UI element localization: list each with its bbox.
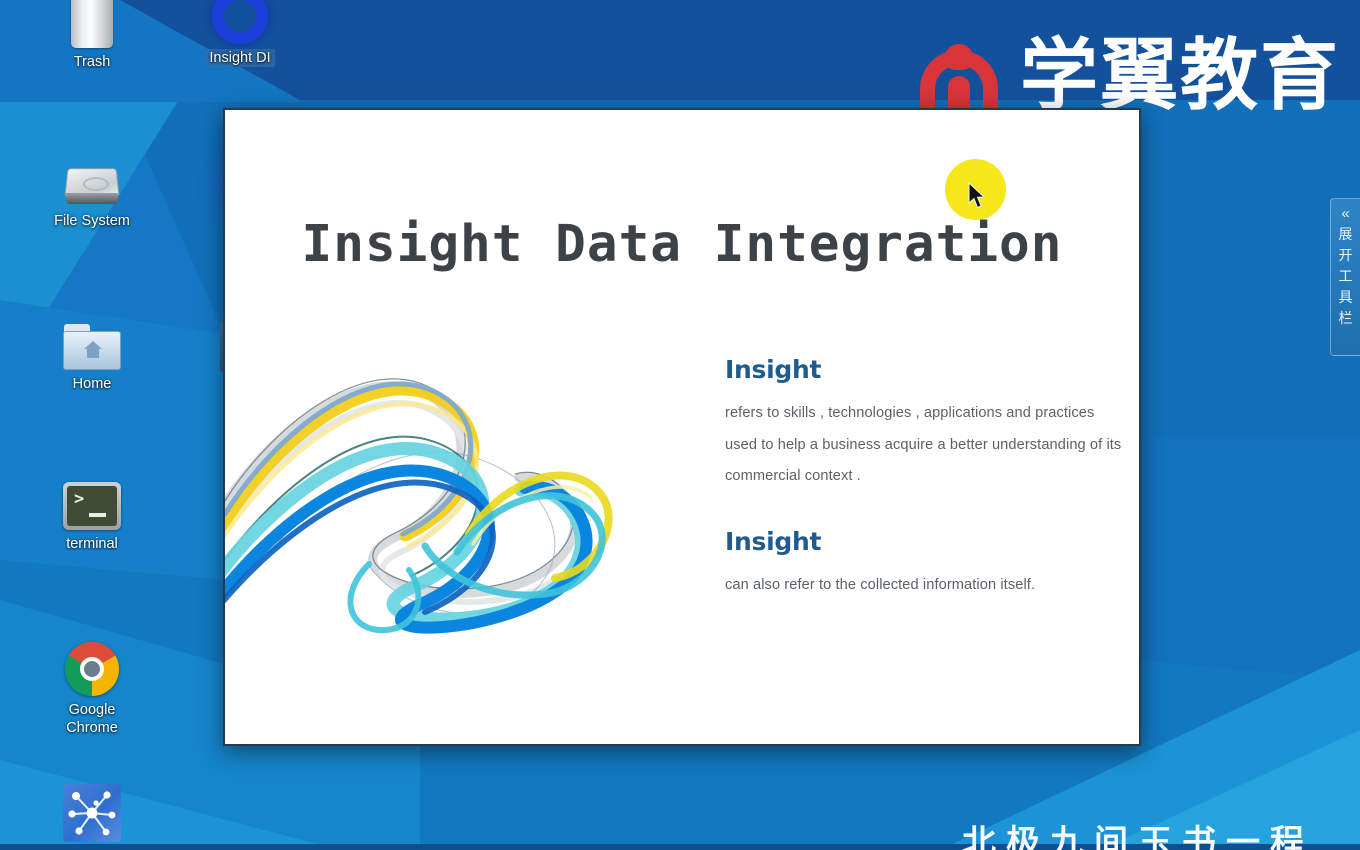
desktop-icon-label: Home [72, 376, 112, 392]
slide-block-heading: Insight [725, 526, 822, 556]
desktop-icon-network-graph[interactable] [40, 780, 144, 842]
expand-toolbar-tab[interactable]: « 展 开 工 具 栏 [1330, 198, 1360, 356]
slide-block-body: refers to skills , technologies , applic… [725, 405, 1122, 485]
desktop-icon-label: Trash [73, 54, 111, 70]
desktop-icon-label: terminal [66, 536, 118, 552]
slide-title: Insight Data Integration [301, 215, 1063, 274]
desktop-icon-insight-di[interactable]: Insight DI [188, 0, 292, 67]
presentation-window[interactable]: Insight Data Integration Insight refers … [223, 108, 1141, 746]
trash-icon [40, 0, 144, 48]
desktop-icon-google-chrome[interactable]: Google Chrome [40, 634, 144, 737]
expand-toolbar-label-1: 展 [1338, 227, 1353, 243]
desktop-icon-label: Google [68, 702, 116, 718]
expand-toolbar-label-2: 开 [1338, 247, 1353, 264]
slide-block-body: can also refer to the collected informat… [725, 576, 1036, 593]
network-graph-icon [40, 780, 144, 842]
ribbon-swoosh-graphic [225, 378, 613, 634]
brand-name: 学翼教育 [1020, 30, 1341, 121]
slide-block: Insight can also refer to the collected … [725, 527, 1125, 602]
google-chrome-icon [40, 634, 144, 696]
terminal-icon [40, 468, 144, 530]
desktop-icon-home[interactable]: Home [40, 308, 144, 393]
expand-toolbar-label-4: 具 [1338, 289, 1353, 306]
mouse-cursor-icon [968, 182, 986, 209]
hard-disk-icon [40, 145, 144, 207]
desktop-icon-terminal[interactable]: terminal [40, 468, 144, 553]
home-folder-icon [40, 308, 144, 370]
desktop-icon-label: Insight DI [205, 49, 275, 67]
desktop[interactable]: 学翼教育 北极九间玉书一程 Trash File System Home ter… [0, 0, 1360, 850]
desktop-icon-label: Chrome [66, 720, 118, 737]
slide-block: Insight refers to skills , technologies … [725, 355, 1125, 493]
expand-toolbar-label-5: 栏 [1338, 310, 1353, 327]
slide-block-heading: Insight [725, 355, 822, 384]
slogan-text: 北极九间玉书一程 [962, 823, 1314, 850]
slide-text-column: Insight refers to skills , technologies … [725, 355, 1125, 635]
desktop-icon-file-system[interactable]: File System [40, 145, 144, 230]
desktop-icon-trash[interactable]: Trash [40, 0, 144, 71]
double-chevron-left-icon: « [1341, 205, 1350, 222]
blue-ring-icon [188, 0, 292, 44]
desktop-icon-label: File System [54, 213, 130, 229]
expand-toolbar-label-3: 工 [1338, 268, 1353, 285]
